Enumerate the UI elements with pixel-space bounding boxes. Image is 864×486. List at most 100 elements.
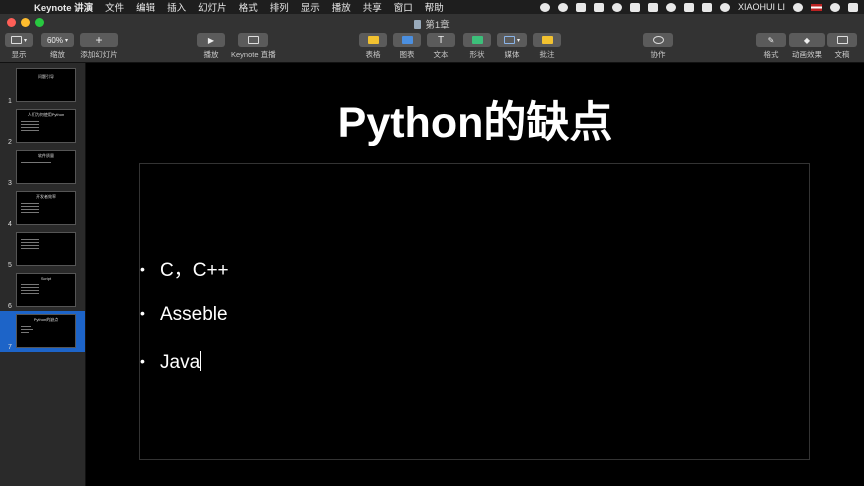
shape-icon — [471, 36, 483, 44]
menu-help[interactable]: 帮助 — [419, 0, 450, 14]
thumbnail-title: 人们为何使用Python — [27, 112, 65, 117]
menu-file[interactable]: 文件 — [99, 0, 130, 14]
chart-button[interactable] — [393, 33, 421, 47]
clock-icon[interactable] — [719, 2, 730, 12]
evernote-icon[interactable] — [575, 2, 586, 12]
slide-thumbnail-4[interactable]: 开发者效率 4 — [0, 188, 85, 229]
animate-button[interactable]: ◆ — [789, 33, 825, 47]
bluetooth-icon[interactable] — [647, 2, 658, 12]
status-area: XIAOHUI LI — [539, 0, 858, 14]
bullet-text: Java — [160, 352, 201, 373]
media-button[interactable]: ▾ — [497, 33, 527, 47]
wifi-icon[interactable] — [665, 2, 676, 12]
slide-thumbnail-5[interactable]: 5 — [0, 229, 85, 270]
notification-center-icon[interactable] — [848, 2, 858, 12]
menu-window[interactable]: 窗口 — [388, 0, 419, 14]
bullet-item[interactable]: • Java — [140, 351, 202, 374]
collaborate-icon — [652, 36, 664, 44]
add-slide-tool: + 添加幻灯片 — [80, 33, 118, 60]
menu-arrange[interactable]: 排列 — [264, 0, 295, 14]
document-tool: 文稿 — [827, 33, 857, 60]
input-source-flag-icon[interactable] — [811, 3, 822, 11]
sidebar-icon — [10, 36, 22, 44]
bullet-dot-icon: • — [140, 353, 145, 369]
slide-thumbnail-1[interactable]: 问题引导 1 — [0, 65, 85, 106]
menu-slide[interactable]: 幻灯片 — [192, 0, 233, 14]
record-icon[interactable] — [539, 2, 550, 12]
slide-thumbnail-6[interactable]: Script 6 — [0, 270, 85, 311]
table-tool: 表格 — [359, 33, 387, 60]
menu-edit[interactable]: 编辑 — [130, 0, 161, 14]
slide-title[interactable]: Python的缺点 — [86, 88, 864, 150]
view-button[interactable]: ▾ — [5, 33, 33, 47]
thumbnail-image: 软件质量 — [16, 150, 76, 184]
add-slide-button[interactable]: + — [80, 33, 118, 47]
siri-icon[interactable] — [830, 2, 840, 12]
table-icon — [367, 36, 379, 44]
bullet-item[interactable]: • C，C++ — [140, 255, 229, 282]
airplay-icon[interactable] — [629, 2, 640, 12]
slide-thumbnail-7[interactable]: Python的缺点 7 — [0, 311, 85, 352]
bullet-dot-icon: • — [140, 305, 145, 321]
slide-thumbnail-2[interactable]: 人们为何使用Python 2 — [0, 106, 85, 147]
time-machine-icon[interactable] — [611, 2, 622, 12]
chart-tool: 图表 — [393, 33, 421, 60]
play-tool: ▶ 播放 — [197, 33, 225, 60]
user-name[interactable]: XIAOHUI LI — [738, 2, 785, 12]
table-button[interactable] — [359, 33, 387, 47]
document-icon — [836, 36, 848, 44]
text-tool: T 文本 — [427, 33, 455, 60]
format-tool: ✎ 格式 — [756, 33, 786, 60]
collaborate-button[interactable] — [643, 33, 673, 47]
view-label: 显示 — [11, 50, 27, 59]
media-icon — [503, 36, 515, 44]
slide-thumbnail-3[interactable]: 软件质量 3 — [0, 147, 85, 188]
thumbnail-title: Script — [40, 276, 52, 281]
thumbnail-image: 问题引导 — [16, 68, 76, 102]
body-text-box[interactable] — [139, 163, 810, 460]
slide-navigator: 问题引导 1 人们为何使用Python 2 软件质量 3 开发者效率 4 5 S… — [0, 63, 86, 486]
bullet-item[interactable]: • Asseble — [140, 304, 228, 326]
play-button[interactable]: ▶ — [197, 33, 225, 47]
slide-number: 7 — [8, 344, 12, 351]
creative-cloud-icon[interactable] — [557, 2, 568, 12]
cloud-icon[interactable] — [593, 2, 604, 12]
window-title-bar: 第1章 — [0, 14, 864, 32]
bullet-text: C，C++ — [160, 260, 229, 281]
bullet-dot-icon: • — [140, 261, 145, 277]
thumbnail-image: Script — [16, 273, 76, 307]
chevron-down-icon: ▾ — [23, 37, 27, 44]
menu-format[interactable]: 格式 — [233, 0, 264, 14]
screen-mirroring-icon[interactable] — [701, 2, 712, 12]
menu-insert[interactable]: 插入 — [161, 0, 192, 14]
format-button[interactable]: ✎ — [756, 33, 786, 47]
battery-icon[interactable] — [683, 2, 694, 12]
shape-button[interactable] — [463, 33, 491, 47]
play-label: 播放 — [203, 50, 219, 59]
keynote-live-button[interactable] — [238, 33, 269, 47]
thumbnail-image — [16, 232, 76, 266]
spotlight-search-icon[interactable] — [793, 2, 803, 12]
thumbnail-body — [21, 162, 75, 163]
thumbnail-title: 问题引导 — [38, 74, 54, 79]
text-button[interactable]: T — [427, 33, 455, 47]
document-button[interactable] — [827, 33, 857, 47]
document-label: 文稿 — [834, 50, 850, 59]
format-label: 格式 — [763, 50, 779, 59]
comment-button[interactable] — [533, 33, 561, 47]
play-icon: ▶ — [207, 35, 215, 45]
thumbnail-image: Python的缺点 — [16, 314, 76, 348]
comment-tool: 批注 — [533, 33, 561, 60]
menu-app-name[interactable]: Keynote 讲演 — [30, 0, 99, 14]
chevron-down-icon: ▾ — [516, 37, 520, 44]
zoom-select[interactable]: 60% ▾ — [41, 33, 74, 47]
zoom-value: 60% — [46, 35, 63, 45]
toolbar: ▾ 显示 60% ▾ 缩放 + 添加幻灯片 ▶ 播放 Keynote 直播 表格 … — [0, 32, 864, 63]
menu-view[interactable]: 显示 — [295, 0, 326, 14]
table-label: 表格 — [365, 50, 381, 59]
menu-play[interactable]: 播放 — [326, 0, 357, 14]
bullet-text: Asseble — [160, 304, 228, 325]
text-label: 文本 — [433, 50, 449, 59]
menu-share[interactable]: 共享 — [357, 0, 388, 14]
thumbnail-body — [21, 203, 75, 213]
